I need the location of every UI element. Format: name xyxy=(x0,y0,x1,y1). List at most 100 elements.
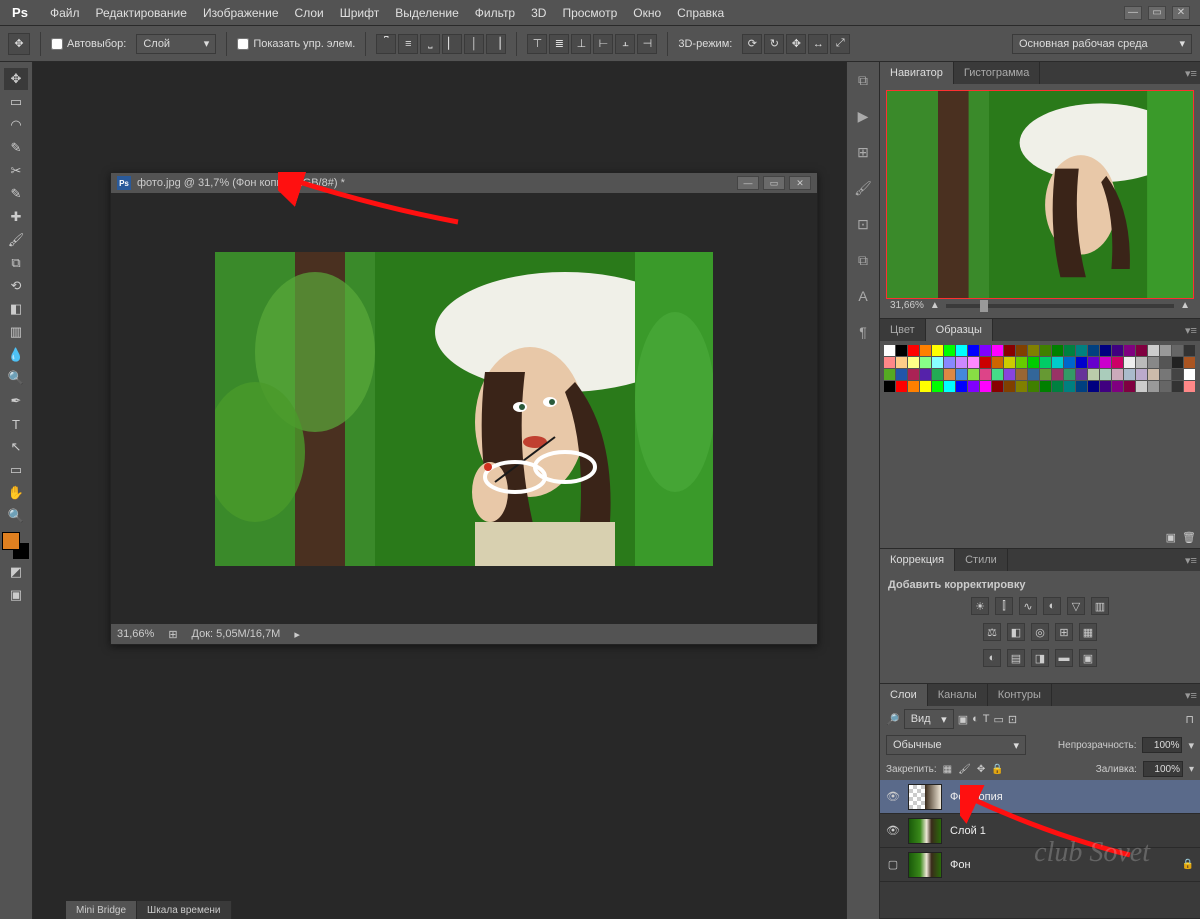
rectangle-tool[interactable]: ▭ xyxy=(4,459,28,481)
navigator-panel-menu-icon[interactable]: ▾≡ xyxy=(1182,62,1200,84)
threshold-adjustment-icon[interactable]: ◨ xyxy=(1031,649,1049,667)
posterize-adjustment-icon[interactable]: ▤ xyxy=(1007,649,1025,667)
swatch[interactable] xyxy=(1160,381,1171,392)
quick-mask-tool[interactable]: ◩ xyxy=(4,561,28,583)
swatch[interactable] xyxy=(920,357,931,368)
swatch[interactable] xyxy=(1052,345,1063,356)
brightness-adjustment-icon[interactable]: ☀ xyxy=(971,597,989,615)
layer-row[interactable]: ▢ Фон 🔒 xyxy=(880,848,1200,882)
swatch[interactable] xyxy=(884,369,895,380)
navigator-zoom-slider[interactable] xyxy=(946,304,1174,308)
swatch[interactable] xyxy=(1172,357,1183,368)
swatch[interactable] xyxy=(1124,369,1135,380)
blur-tool[interactable]: 💧 xyxy=(4,344,28,366)
swatch[interactable] xyxy=(1172,381,1183,392)
swatch[interactable] xyxy=(1100,345,1111,356)
swatch[interactable] xyxy=(1112,345,1123,356)
hue-adjustment-icon[interactable]: ▥ xyxy=(1091,597,1109,615)
layer-name[interactable]: Фон копия xyxy=(950,791,1003,803)
swatches-tab[interactable]: Образцы xyxy=(926,319,993,341)
curves-adjustment-icon[interactable]: ∿ xyxy=(1019,597,1037,615)
swatch[interactable] xyxy=(1004,357,1015,368)
blend-mode-select[interactable]: Обычные▾ xyxy=(886,735,1026,755)
histogram-tab[interactable]: Гистограмма xyxy=(954,62,1041,84)
swatch[interactable] xyxy=(932,345,943,356)
crop-tool[interactable]: ✂ xyxy=(4,160,28,182)
selective-color-adjustment-icon[interactable]: ▣ xyxy=(1079,649,1097,667)
swatch[interactable] xyxy=(1124,345,1135,356)
distribute-top-icon[interactable]: ⊤ xyxy=(527,34,547,54)
type-tool[interactable]: T xyxy=(4,413,28,435)
color-panel-menu-icon[interactable]: ▾≡ xyxy=(1182,319,1200,341)
swatch[interactable] xyxy=(896,357,907,368)
filter-type-icon[interactable]: T xyxy=(983,713,990,725)
menu-file[interactable]: Файл xyxy=(42,0,88,25)
swatch[interactable] xyxy=(944,369,955,380)
swatch[interactable] xyxy=(1040,345,1051,356)
menu-help[interactable]: Справка xyxy=(669,0,732,25)
history-brush-tool[interactable]: ⟲ xyxy=(4,275,28,297)
new-swatch-icon[interactable]: ▣ xyxy=(1166,531,1176,544)
align-bottom-icon[interactable]: ⎵ xyxy=(420,34,440,54)
status-icon[interactable]: ⊞ xyxy=(168,628,177,641)
doc-info-more-icon[interactable]: ▸ xyxy=(294,628,300,641)
pen-tool[interactable]: ✒ xyxy=(4,390,28,412)
hand-tool[interactable]: ✋ xyxy=(4,482,28,504)
swatch[interactable] xyxy=(1016,345,1027,356)
styles-tab[interactable]: Стили xyxy=(955,549,1008,571)
swatch[interactable] xyxy=(1064,345,1075,356)
swatch[interactable] xyxy=(1076,357,1087,368)
swatch[interactable] xyxy=(932,381,943,392)
swatch[interactable] xyxy=(1064,357,1075,368)
gradient-map-adjustment-icon[interactable]: ▬ xyxy=(1055,649,1073,667)
lock-all-icon[interactable]: 🔒 xyxy=(991,764,1003,775)
opacity-input[interactable]: 100% xyxy=(1142,737,1182,753)
marquee-tool[interactable]: ▭ xyxy=(4,91,28,113)
swatch[interactable] xyxy=(1040,369,1051,380)
swatch[interactable] xyxy=(1184,345,1195,356)
doc-info[interactable]: Док: 5,05M/16,7M xyxy=(192,628,281,640)
doc-maximize-button[interactable]: ▭ xyxy=(763,176,785,190)
filter-toggle-icon[interactable]: ⊓ xyxy=(1185,713,1194,726)
swatch[interactable] xyxy=(908,369,919,380)
swatch[interactable] xyxy=(1088,357,1099,368)
layer-row[interactable]: 👁 Фон копия xyxy=(880,780,1200,814)
bw-adjustment-icon[interactable]: ◧ xyxy=(1007,623,1025,641)
swatch[interactable] xyxy=(1064,369,1075,380)
vibrance-adjustment-icon[interactable]: ▽ xyxy=(1067,597,1085,615)
gradient-tool[interactable]: ▥ xyxy=(4,321,28,343)
swatch[interactable] xyxy=(1112,357,1123,368)
swatch[interactable] xyxy=(1136,381,1147,392)
distribute-vcenter-icon[interactable]: ≣ xyxy=(549,34,569,54)
swatch[interactable] xyxy=(1112,369,1123,380)
swatch[interactable] xyxy=(944,381,955,392)
lock-position-icon[interactable]: ✥ xyxy=(977,764,985,775)
foreground-color[interactable] xyxy=(2,532,20,550)
character-panel-icon[interactable]: A xyxy=(851,284,875,308)
paths-tab[interactable]: Контуры xyxy=(988,684,1052,706)
swatch[interactable] xyxy=(1016,381,1027,392)
layer-name[interactable]: Слой 1 xyxy=(950,825,986,837)
align-left-icon[interactable]: ▏ xyxy=(442,34,462,54)
swatch[interactable] xyxy=(1172,369,1183,380)
swatch[interactable] xyxy=(956,369,967,380)
swatch[interactable] xyxy=(1028,381,1039,392)
swatch[interactable] xyxy=(1088,345,1099,356)
paragraph-panel-icon[interactable]: ¶ xyxy=(851,320,875,344)
swatch[interactable] xyxy=(896,381,907,392)
swatch[interactable] xyxy=(1088,369,1099,380)
swatch[interactable] xyxy=(980,369,991,380)
menu-layers[interactable]: Слои xyxy=(287,0,332,25)
swatch[interactable] xyxy=(992,345,1003,356)
swatch[interactable] xyxy=(992,357,1003,368)
swatch[interactable] xyxy=(992,381,1003,392)
app-maximize-button[interactable]: ▭ xyxy=(1148,6,1166,20)
channel-mixer-adjustment-icon[interactable]: ⊞ xyxy=(1055,623,1073,641)
filter-pixel-icon[interactable]: ▣ xyxy=(958,713,968,726)
swatch[interactable] xyxy=(944,357,955,368)
swatch[interactable] xyxy=(956,345,967,356)
swatch[interactable] xyxy=(956,381,967,392)
zoom-tool[interactable]: 🔍 xyxy=(4,505,28,527)
levels-adjustment-icon[interactable]: ⫿ xyxy=(995,597,1013,615)
brushes-panel-icon[interactable]: 🖌 xyxy=(851,176,875,200)
